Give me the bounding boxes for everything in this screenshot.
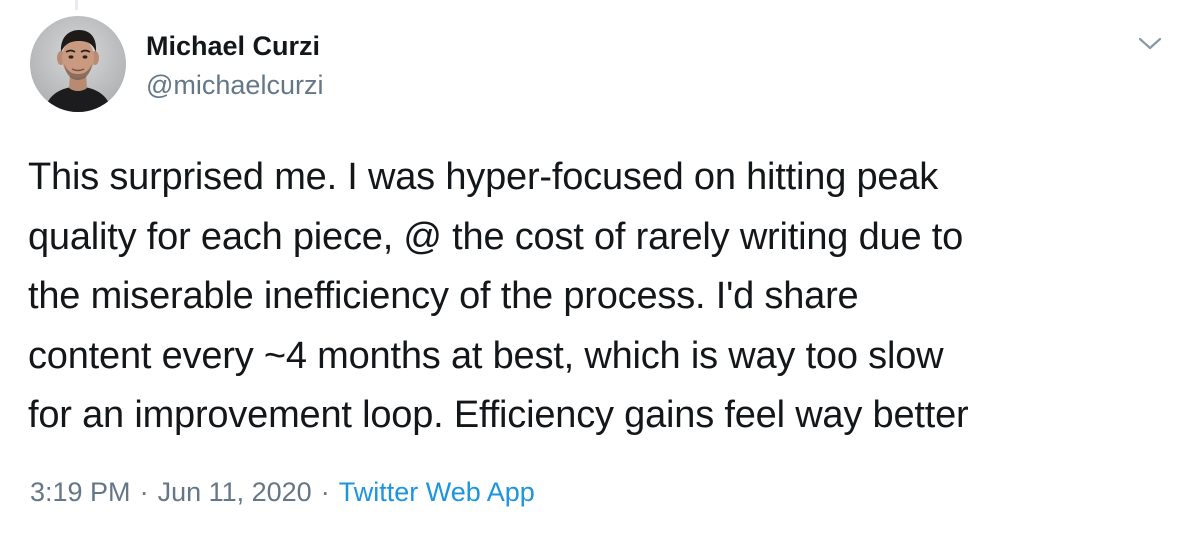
tweet-text-line: for an improvement loop. Efficiency gain… xyxy=(28,394,969,436)
tweet-meta: 3:19 PM · Jun 11, 2020 · Twitter Web App xyxy=(30,474,535,510)
author-name[interactable]: Michael Curzi xyxy=(146,28,320,64)
tweet-text-line: content every ~4 months at best, which i… xyxy=(28,334,944,377)
chevron-down-icon xyxy=(1138,37,1162,50)
tweet-text-line: quality for each piece, @ the cost of ra… xyxy=(28,215,964,258)
tweet-source-link[interactable]: Twitter Web App xyxy=(339,477,535,507)
tweet-card: Michael Curzi @michaelcurzi This surpris… xyxy=(0,0,1192,542)
author-handle[interactable]: @michaelcurzi xyxy=(146,68,323,102)
tweet-date[interactable]: Jun 11, 2020 xyxy=(158,477,312,507)
meta-separator: · xyxy=(320,477,330,507)
tweet-time[interactable]: 3:19 PM xyxy=(30,477,131,507)
avatar-photo xyxy=(30,16,126,112)
more-options-button[interactable] xyxy=(1130,24,1170,64)
avatar[interactable] xyxy=(30,16,126,112)
tweet-text-line: the miserable inefficiency of the proces… xyxy=(28,275,859,317)
meta-separator: · xyxy=(139,477,149,507)
tweet-text-line: This surprised me. I was hyper-focused o… xyxy=(28,156,939,198)
tweet-text: This surprised me. I was hyper-focused o… xyxy=(28,148,1168,446)
